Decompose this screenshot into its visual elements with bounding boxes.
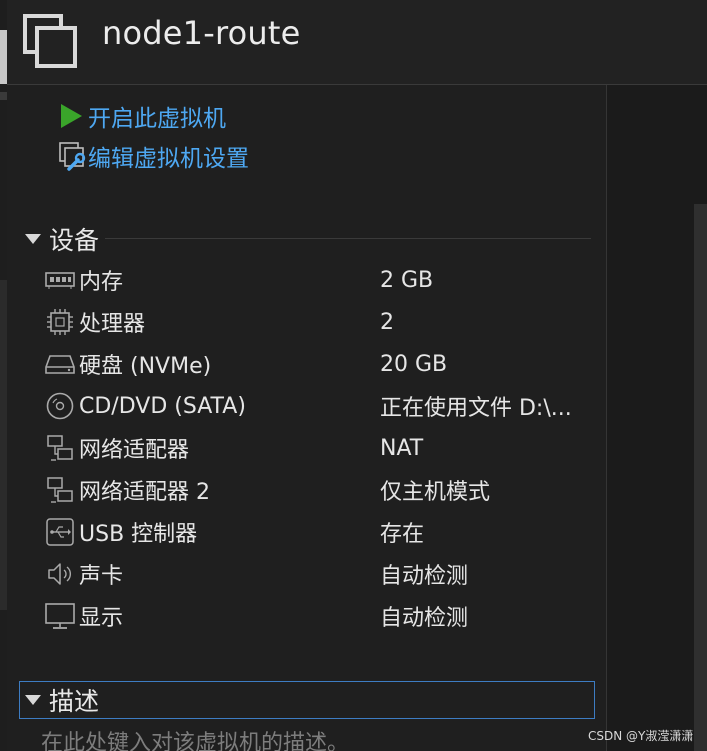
vm-header: node1-route	[7, 0, 707, 85]
device-row-network-adapter[interactable]: 网络适配器 NAT	[43, 428, 593, 468]
section-divider	[105, 238, 591, 239]
device-row-processor[interactable]: 处理器 2	[43, 302, 593, 342]
edit-vm-settings-label: 编辑虚拟机设置	[88, 146, 249, 172]
device-name: 网络适配器	[79, 438, 190, 463]
cd-dvd-icon	[43, 389, 77, 423]
device-row-network-adapter-2[interactable]: 网络适配器 2 仅主机模式	[43, 470, 593, 510]
description-section-header[interactable]: 描述	[19, 681, 595, 719]
power-on-vm-label: 开启此虚拟机	[88, 106, 226, 132]
network-adapter-icon	[43, 473, 77, 507]
device-value: 自动检测	[380, 606, 469, 631]
virtual-machine-icon	[23, 14, 77, 68]
description-placeholder[interactable]: 在此处键入对该虚拟机的描述。	[41, 725, 349, 751]
power-on-vm-link[interactable]: 开启此虚拟机	[58, 99, 226, 133]
device-name: 内存	[79, 270, 124, 295]
device-row-cd-dvd[interactable]: CD/DVD (SATA) 正在使用文件 D:\...	[43, 386, 593, 426]
device-value: 正在使用文件 D:\...	[380, 396, 572, 421]
device-value: NAT	[380, 435, 424, 461]
device-name: 显示	[79, 606, 124, 631]
usb-icon	[43, 515, 77, 549]
play-icon	[58, 101, 88, 131]
device-row-usb-controller[interactable]: USB 控制器 存在	[43, 512, 593, 552]
edit-vm-settings-link[interactable]: 编辑虚拟机设置	[58, 139, 249, 173]
vm-summary-window: node1-route 开启此虚拟机 编辑虚拟机设置 设备 内存 2 GB 处理…	[0, 0, 707, 751]
device-value: 2	[380, 309, 394, 335]
network-adapter-icon	[43, 431, 77, 465]
processor-icon	[43, 305, 77, 339]
devices-section-title: 设备	[49, 226, 100, 255]
device-row-display[interactable]: 显示 自动检测	[43, 596, 593, 636]
memory-icon	[43, 263, 77, 297]
device-row-sound-card[interactable]: 声卡 自动检测	[43, 554, 593, 594]
watermark-text: CSDN @Y淑滢潇潇	[588, 729, 694, 743]
device-name: 声卡	[79, 564, 124, 589]
device-name: 网络适配器 2	[79, 480, 210, 505]
device-value: 20 GB	[380, 351, 448, 377]
device-value: 存在	[380, 522, 425, 547]
collapse-triangle-icon	[25, 695, 41, 705]
description-section-title: 描述	[49, 687, 100, 716]
right-side-pane	[606, 85, 707, 751]
device-value: 仅主机模式	[380, 480, 491, 505]
devices-section-header[interactable]: 设备	[21, 221, 99, 257]
device-row-memory[interactable]: 内存 2 GB	[43, 260, 593, 300]
device-name: 硬盘 (NVMe)	[79, 354, 212, 379]
device-value: 2 GB	[380, 267, 434, 293]
vertical-scrollbar[interactable]	[694, 204, 707, 751]
vm-title: node1-route	[102, 14, 301, 52]
display-icon	[43, 599, 77, 633]
device-name: 处理器	[79, 312, 146, 337]
sound-card-icon	[43, 557, 77, 591]
edit-settings-icon	[58, 141, 88, 171]
background-window-edge	[0, 0, 7, 751]
device-row-hard-disk[interactable]: 硬盘 (NVMe) 20 GB	[43, 344, 593, 384]
device-name: CD/DVD (SATA)	[79, 393, 246, 419]
vm-details-pane: 开启此虚拟机 编辑虚拟机设置 设备 内存 2 GB 处理器 2 硬盘 (NVMe…	[7, 85, 606, 751]
hard-disk-icon	[43, 347, 77, 381]
device-value: 自动检测	[380, 564, 469, 589]
collapse-triangle-icon	[25, 234, 41, 244]
device-name: USB 控制器	[79, 522, 198, 547]
